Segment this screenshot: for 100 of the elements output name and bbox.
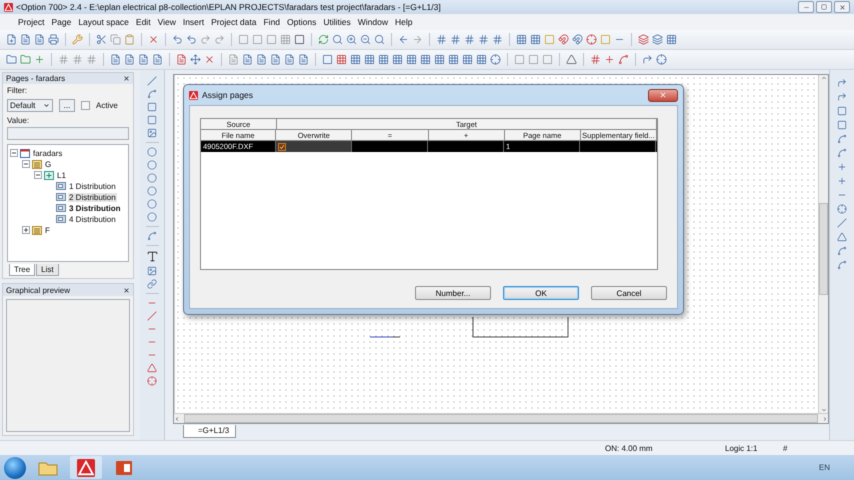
plus-icon[interactable] [837, 176, 847, 186]
grid-icon[interactable] [476, 54, 487, 65]
grid-icon[interactable] [392, 54, 403, 65]
maximize-button[interactable] [816, 1, 832, 13]
file-icon[interactable] [284, 54, 295, 65]
arrow-right-icon[interactable] [412, 34, 423, 45]
cut-icon[interactable] [96, 34, 107, 45]
crosshair-icon[interactable] [837, 204, 847, 214]
square-icon[interactable] [837, 120, 847, 130]
file-icon[interactable] [270, 54, 281, 65]
ellipse-icon[interactable] [147, 212, 157, 222]
move-icon[interactable] [190, 54, 201, 65]
square-icon[interactable] [322, 54, 333, 65]
shape-icon[interactable] [147, 102, 157, 112]
menu-item[interactable]: Find [263, 17, 280, 27]
search-icon[interactable] [332, 34, 343, 45]
radius-icon[interactable] [147, 376, 157, 386]
tree-item[interactable]: 1 Distribution [68, 182, 117, 191]
tree-item[interactable]: L1 [56, 170, 67, 180]
image-icon[interactable] [147, 266, 157, 276]
scroll-left-icon[interactable] [174, 416, 180, 422]
polyline-icon[interactable] [147, 89, 157, 99]
corner-icon[interactable] [642, 54, 653, 65]
collapse-icon[interactable] [10, 149, 18, 158]
overwrite-checkbox[interactable] [278, 142, 286, 150]
file-icon[interactable] [138, 54, 149, 65]
file-icon[interactable] [298, 54, 309, 65]
paste-icon[interactable] [124, 34, 135, 45]
hash-icon[interactable] [450, 34, 461, 45]
menu-item[interactable]: View [158, 17, 176, 27]
file-icon[interactable] [110, 54, 121, 65]
page-tab[interactable]: =G+L1/3 [183, 425, 236, 438]
value-field[interactable] [7, 126, 129, 140]
file-icon[interactable] [124, 54, 135, 65]
vertical-scrollbar[interactable] [818, 75, 828, 413]
dialog-button[interactable]: Number... [415, 286, 491, 300]
corner-icon[interactable] [837, 92, 847, 102]
tree-item[interactable]: G [44, 160, 52, 169]
expand-icon[interactable] [22, 226, 30, 234]
close-icon[interactable] [123, 74, 130, 82]
menu-item[interactable]: Project [18, 17, 44, 27]
delete-icon[interactable] [204, 54, 215, 65]
spline-icon[interactable] [837, 148, 847, 158]
arrow-left-icon[interactable] [398, 34, 409, 45]
file-icon[interactable] [34, 34, 45, 45]
hash-icon[interactable] [464, 34, 475, 45]
tree-item[interactable]: 4 Distribution [68, 214, 117, 224]
language-indicator[interactable]: EN [818, 463, 830, 472]
hash-icon[interactable] [492, 34, 503, 45]
magnet-icon[interactable] [558, 34, 569, 45]
menu-item[interactable]: Insert [182, 17, 204, 27]
circle-icon[interactable] [147, 199, 157, 209]
menu-item[interactable]: Project data [211, 17, 256, 27]
file-icon[interactable] [20, 34, 31, 45]
close-icon[interactable] [123, 286, 130, 294]
search-icon[interactable] [374, 34, 385, 45]
more-button[interactable]: ... [59, 98, 75, 112]
menu-item[interactable]: Page [51, 17, 72, 27]
hash-icon[interactable] [478, 34, 489, 45]
triangle-icon[interactable] [566, 54, 577, 65]
corner-icon[interactable] [837, 78, 847, 88]
undo-icon[interactable] [186, 34, 197, 45]
grid-icon[interactable] [406, 54, 417, 65]
dialog-button[interactable]: OK [503, 286, 579, 300]
spline-icon[interactable] [837, 134, 847, 144]
spline-icon[interactable] [837, 246, 847, 256]
panel-tab[interactable]: List [36, 264, 59, 276]
grid-icon[interactable] [434, 54, 445, 65]
menu-item[interactable]: Edit [136, 17, 151, 27]
close-button[interactable] [648, 88, 678, 102]
zoom-out-icon[interactable] [360, 34, 371, 45]
collapse-icon[interactable] [34, 171, 42, 180]
grid-icon[interactable] [530, 34, 541, 45]
magnet-icon[interactable] [572, 34, 583, 45]
tree-item[interactable]: F [44, 226, 51, 235]
refresh-icon[interactable] [318, 34, 329, 45]
hash-icon[interactable] [72, 54, 83, 65]
grid-icon[interactable] [378, 54, 389, 65]
hash-icon[interactable] [590, 54, 601, 65]
plus-icon[interactable] [837, 162, 847, 172]
square-icon[interactable] [837, 106, 847, 116]
file-icon[interactable] [242, 54, 253, 65]
start-button[interactable] [4, 456, 26, 478]
scroll-thumb[interactable] [819, 203, 828, 295]
redo-icon[interactable] [214, 34, 225, 45]
panel-tab[interactable]: Tree [9, 264, 36, 276]
menu-item[interactable]: Layout space [78, 17, 129, 27]
undo-icon[interactable] [172, 34, 183, 45]
grid-icon[interactable] [448, 54, 459, 65]
file-icon[interactable] [152, 54, 163, 65]
curve-icon[interactable] [147, 231, 157, 241]
link-icon[interactable] [147, 279, 157, 289]
plus-icon[interactable] [604, 54, 615, 65]
menu-item[interactable]: Help [394, 17, 412, 27]
grid-icon[interactable] [462, 54, 473, 65]
menu-item[interactable]: Utilities [323, 17, 351, 27]
scroll-up-icon[interactable] [820, 75, 826, 81]
layers-icon[interactable] [652, 34, 663, 45]
hash-icon[interactable] [58, 54, 69, 65]
file-plus-icon[interactable] [6, 34, 17, 45]
